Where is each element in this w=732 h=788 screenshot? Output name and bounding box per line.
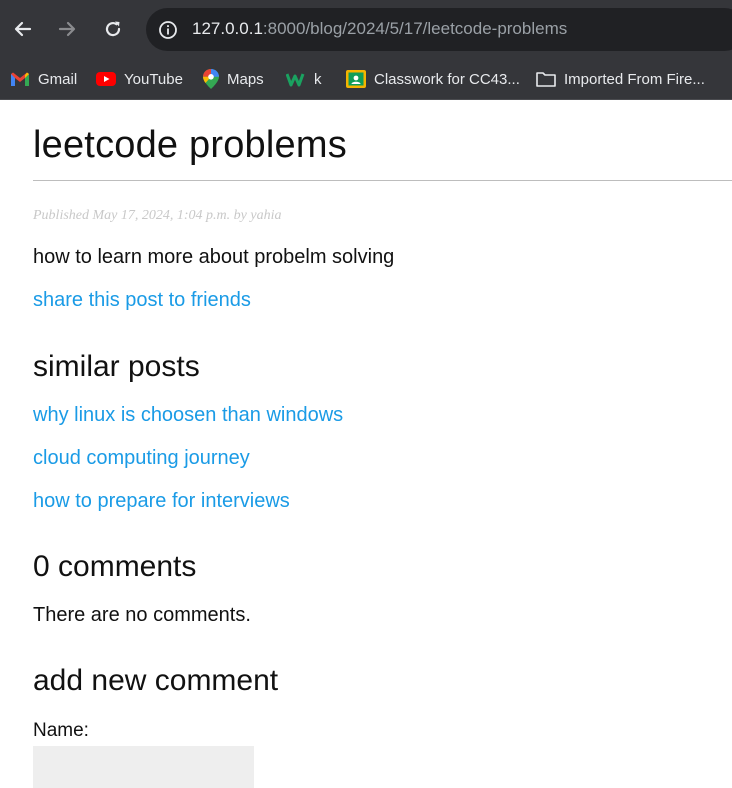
classroom-icon (346, 70, 366, 88)
post-meta: Published May 17, 2024, 1:04 p.m. by yah… (33, 208, 282, 223)
youtube-icon (96, 72, 116, 86)
bookmark-label: Gmail (38, 70, 78, 88)
similar-posts-heading: similar posts (33, 350, 200, 383)
bookmark-gmail[interactable]: Gmail (10, 67, 77, 91)
w-icon (286, 73, 305, 87)
post-title: leetcode problems (33, 124, 347, 166)
url-path: :8000/blog/2024/5/17/leetcode-problems (262, 19, 568, 38)
no-comments-text: There are no comments. (33, 604, 251, 626)
title-divider (33, 180, 732, 181)
bookmark-youtube[interactable]: YouTube (96, 67, 183, 91)
comments-heading: 0 comments (33, 550, 197, 583)
share-post-link[interactable]: share this post to friends (33, 289, 251, 312)
bookmark-maps[interactable]: Maps (203, 67, 264, 91)
reload-icon (105, 21, 121, 37)
address-bar[interactable]: 127.0.0.1:8000/blog/2024/5/17/leetcode-p… (146, 8, 732, 51)
browser-toolbar: 127.0.0.1:8000/blog/2024/5/17/leetcode-p… (0, 0, 732, 59)
gmail-icon (11, 72, 29, 86)
similar-post-link[interactable]: how to prepare for interviews (33, 490, 290, 513)
url-text[interactable]: 127.0.0.1:8000/blog/2024/5/17/leetcode-p… (192, 19, 567, 39)
bookmark-classwork[interactable]: Classwork for CC43... (346, 67, 520, 91)
url-host: 127.0.0.1 (192, 19, 263, 38)
back-button[interactable] (8, 14, 38, 44)
similar-post-link[interactable]: cloud computing journey (33, 447, 250, 470)
folder-icon (536, 72, 556, 87)
name-input[interactable] (33, 746, 254, 788)
bookmark-label: YouTube (124, 70, 183, 88)
post-body: how to learn more about probelm solving (33, 246, 395, 268)
bookmark-label: k (314, 70, 322, 88)
bookmark-label: Maps (227, 70, 264, 88)
similar-post-link[interactable]: why linux is choosen than windows (33, 404, 343, 427)
bookmark-k[interactable]: k (286, 67, 322, 91)
maps-icon (203, 69, 219, 89)
info-icon[interactable] (158, 20, 178, 40)
name-label: Name: (33, 720, 89, 741)
bookmarks-bar: Gmail YouTube Maps k Classwork for CC43.… (0, 59, 732, 100)
bookmark-imported[interactable]: Imported From Fire... (536, 67, 705, 91)
forward-button[interactable] (52, 14, 82, 44)
bookmark-label: Classwork for CC43... (374, 70, 520, 88)
reload-button[interactable] (98, 14, 128, 44)
arrow-left-icon (14, 21, 32, 37)
add-comment-heading: add new comment (33, 664, 279, 697)
arrow-right-icon (58, 21, 76, 37)
bookmark-label: Imported From Fire... (564, 70, 705, 88)
